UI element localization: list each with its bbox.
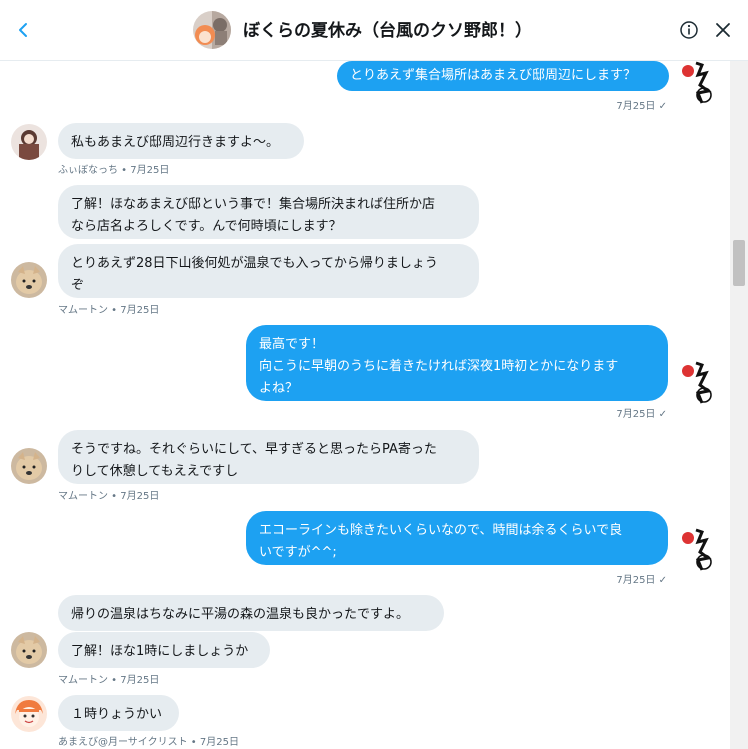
message-meta: マムートン • 7月25日: [58, 305, 160, 316]
message-bubble-outgoing[interactable]: 最高です！ 向こうに早朝のうちに着きたければ深夜1時初とかになります よね？: [246, 325, 668, 401]
message-meta: あまえび@月ーサイクリスト • 7月25日: [58, 737, 239, 748]
conversation-title: ぼくらの夏休み（台風のクソ野郎！）: [243, 21, 532, 41]
back-button[interactable]: [12, 18, 36, 42]
avatar-amaebi[interactable]: [11, 696, 47, 732]
message-bubble-outgoing[interactable]: とりあえず集合場所はあまえび邸周辺にします？: [337, 61, 669, 91]
message-list: とりあえず集合場所はあまえび邸周辺にします？ 7月25日 ✓ 私もあまえび邸周辺…: [0, 61, 730, 749]
message-text: 最高です！ 向こうに早朝のうちに着きたければ深夜1時初とかになります よね？: [259, 337, 619, 396]
message-meta: 7月25日 ✓: [616, 575, 667, 586]
message-text: とりあえず集合場所はあまえび邸周辺にします？: [350, 68, 637, 83]
message-bubble-incoming[interactable]: 私もあまえび邸周辺行きますよ〜。: [58, 123, 304, 159]
message-meta: ふぃぼなっち • 7月25日: [58, 165, 170, 176]
message-meta: 7月25日 ✓: [616, 101, 667, 112]
chevron-left-icon: [19, 23, 27, 37]
message-text: 帰りの温泉はちなみに平湯の森の温泉も良かったですよ。: [71, 607, 410, 622]
message-bubble-incoming[interactable]: 帰りの温泉はちなみに平湯の森の温泉も良かったですよ。: [58, 595, 444, 631]
own-avatar[interactable]: [680, 528, 714, 572]
close-button[interactable]: [714, 21, 732, 39]
message-meta: マムートン • 7月25日: [58, 675, 160, 686]
message-bubble-incoming[interactable]: そうですね。それぐらいにして、早すぎると思ったらPA寄った りして休憩してもええ…: [58, 430, 479, 484]
avatar-fibonacci[interactable]: [11, 124, 47, 160]
own-avatar[interactable]: [680, 61, 714, 105]
avatar-mammuton[interactable]: [11, 262, 47, 298]
message-bubble-outgoing[interactable]: エコーラインも除きたいくらいなので、時間は余るくらいで良 いですが^^;: [246, 511, 668, 565]
avatar-mammuton[interactable]: [11, 632, 47, 668]
message-text: 私もあまえび邸周辺行きますよ〜。: [71, 135, 280, 150]
message-text: １時りょうかい: [71, 707, 163, 722]
scrollbar-thumb[interactable]: [733, 240, 745, 286]
message-meta: 7月25日 ✓: [616, 409, 667, 420]
message-text: 了解！ほな1時にしましょうか: [71, 644, 249, 659]
message-meta: マムートン • 7月25日: [58, 491, 160, 502]
own-avatar[interactable]: [680, 361, 714, 405]
info-button[interactable]: [679, 20, 699, 40]
message-bubble-incoming[interactable]: 了解！ほなあまえび邸という事で！集合場所決まれば住所か店 なら店名よろしくです。…: [58, 185, 479, 239]
message-text: エコーラインも除きたいくらいなので、時間は余るくらいで良 いですが^^;: [259, 523, 623, 560]
message-text: そうですね。それぐらいにして、早すぎると思ったらPA寄った りして休憩してもええ…: [71, 442, 437, 479]
message-text: とりあえず28日下山後何処が温泉でも入ってから帰りましょう ぞ: [71, 256, 438, 293]
conversation-header: ぼくらの夏休み（台風のクソ野郎！）: [0, 0, 748, 61]
info-icon: [680, 21, 698, 39]
message-text: 了解！ほなあまえび邸という事で！集合場所決まれば住所か店 なら店名よろしくです。…: [71, 197, 436, 234]
avatar-mammuton[interactable]: [11, 448, 47, 484]
close-icon: [716, 23, 730, 37]
message-bubble-incoming[interactable]: １時りょうかい: [58, 695, 179, 731]
group-avatar[interactable]: [193, 11, 231, 49]
message-bubble-incoming[interactable]: 了解！ほな1時にしましょうか: [58, 632, 270, 668]
message-bubble-incoming[interactable]: とりあえず28日下山後何処が温泉でも入ってから帰りましょう ぞ: [58, 244, 479, 298]
scrollbar-track[interactable]: [730, 61, 748, 749]
